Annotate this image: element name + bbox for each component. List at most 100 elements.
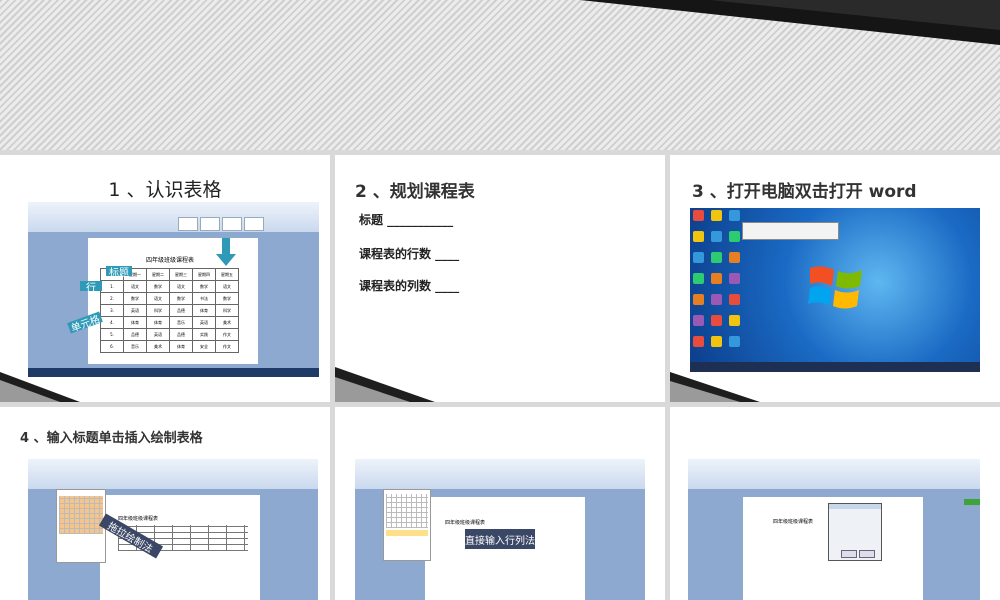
table-row: 5. 品德 英语 品德 实践 作文 xyxy=(100,328,239,341)
table-cell: 6. xyxy=(100,340,124,353)
slide-1-recognize-table[interactable]: 1 、认识表格 四年级班级课程表 星期一 星期二 星期三 星期四 星期五 1. 语文 数学 语文… xyxy=(0,155,330,402)
table-cell: 语文 xyxy=(123,280,147,293)
table-cell: 1. xyxy=(100,280,124,293)
slide-1-title: 1 、认识表格 xyxy=(108,179,222,201)
document-title: 四年级班级课程表 xyxy=(146,257,195,264)
table-cell: 英语 xyxy=(123,304,147,317)
table-cell: 星期四 xyxy=(192,268,216,281)
table-cell: 书法 xyxy=(192,292,216,305)
desktop-shortcut-icon[interactable] xyxy=(729,273,740,284)
table-cell: 作文 xyxy=(215,328,239,341)
document-title: 四年级班级课程表 xyxy=(445,520,486,526)
rows-columns-callout: 直接输入行列法 xyxy=(465,529,535,549)
desktop-shortcut-icon[interactable] xyxy=(711,210,722,221)
slide-corner-decoration xyxy=(0,372,80,402)
plan-line-rows: 课程表的行数 ____ xyxy=(359,247,460,261)
document-title: 四年级班级课程表 xyxy=(773,519,814,525)
desktop-shortcut-icon[interactable] xyxy=(711,294,722,305)
desktop-shortcut-icon[interactable] xyxy=(729,231,740,242)
table-cell: 品德 xyxy=(169,328,193,341)
desktop-shortcut-icon[interactable] xyxy=(729,315,740,326)
table-cell: 数学 xyxy=(192,280,216,293)
table-cell: 音乐 xyxy=(123,340,147,353)
table-cell: 品德 xyxy=(123,328,147,341)
table-cell: 体育 xyxy=(192,304,216,317)
insert-table-dropdown[interactable] xyxy=(383,489,431,561)
slide-3-open-word[interactable]: 3 、打开电脑双击打开 word xyxy=(670,155,1000,402)
desktop-shortcut-icon[interactable] xyxy=(711,336,722,347)
word-table-screenshot: 四年级班级课程表 星期一 星期二 星期三 星期四 星期五 1. 语文 数学 语文 数学 语文 2. 数学… xyxy=(28,202,319,377)
table-cell: 数学 xyxy=(123,292,147,305)
desktop-shortcut-icon[interactable] xyxy=(693,273,704,284)
table-cell: 星期五 xyxy=(215,268,239,281)
insert-table-dropdown[interactable] xyxy=(56,489,106,563)
slide-3-title: 3 、打开电脑双击打开 word xyxy=(692,182,917,202)
table-row: 3. 英语 科学 品德 体育 科学 xyxy=(100,304,239,317)
desktop-shortcut-icon[interactable] xyxy=(711,231,722,242)
desktop-shortcut-icon[interactable] xyxy=(729,294,740,305)
table-cell: 语文 xyxy=(146,292,170,305)
table-cell: 语文 xyxy=(215,280,239,293)
table-row: 1. 语文 数学 语文 数学 语文 xyxy=(100,280,239,293)
slide-2-title: 2 、规划课程表 xyxy=(355,182,475,202)
slide-5-rows-columns[interactable]: 四年级班级课程表 直接输入行列法 xyxy=(335,407,665,600)
table-size-grid[interactable] xyxy=(59,496,103,534)
slide-6-insert-dialog[interactable]: 四年级班级课程表 xyxy=(670,407,1000,600)
timetable: 星期一 星期二 星期三 星期四 星期五 1. 语文 数学 语文 数学 语文 2. 数学 语文 数学 书法 数学 3… xyxy=(100,268,239,353)
desktop-shortcut-icon[interactable] xyxy=(693,315,704,326)
taskbar xyxy=(690,362,980,372)
slide-2-plan-table[interactable]: 2 、规划课程表 标题 ___________ 课程表的行数 ____ 课程表的… xyxy=(335,155,665,402)
table-cell: 星期三 xyxy=(169,268,193,281)
desktop-shortcut-icon[interactable] xyxy=(693,294,704,305)
table-cell: 数学 xyxy=(215,292,239,305)
plan-line-columns: 课程表的列数 ____ xyxy=(359,279,460,293)
windows7-desktop-screenshot xyxy=(690,208,980,372)
table-cell: 英语 xyxy=(146,328,170,341)
windows-logo-icon xyxy=(808,266,862,309)
table-cell: 体育 xyxy=(146,316,170,329)
insert-table-menu-item[interactable] xyxy=(386,530,428,536)
table-cell: 美术 xyxy=(146,340,170,353)
desktop-shortcut-icon[interactable] xyxy=(729,336,740,347)
slide-corner-decoration xyxy=(335,367,435,402)
table-cell: 语文 xyxy=(169,280,193,293)
desktop-shortcut-icon[interactable] xyxy=(693,231,704,242)
table-cell: 音乐 xyxy=(169,316,193,329)
table-cell: 作文 xyxy=(215,340,239,353)
table-cell: 英语 xyxy=(192,316,216,329)
table-cell: 星期二 xyxy=(146,268,170,281)
table-cell: 品德 xyxy=(169,304,193,317)
table-cell: 数学 xyxy=(169,292,193,305)
desktop-shortcut-icon[interactable] xyxy=(711,315,722,326)
desktop-shortcut-icon[interactable] xyxy=(693,210,704,221)
tooltip-popup xyxy=(742,222,839,240)
dialog-ok-button[interactable] xyxy=(841,550,857,558)
dialog-cancel-button[interactable] xyxy=(859,550,875,558)
table-cell: 安全 xyxy=(192,340,216,353)
plan-line-title: 标题 ___________ xyxy=(359,213,454,227)
desktop-shortcut-icon[interactable] xyxy=(711,273,722,284)
table-cell: 数学 xyxy=(146,280,170,293)
desktop-shortcut-icon[interactable] xyxy=(729,210,740,221)
green-tab xyxy=(964,499,980,505)
table-cell: 美术 xyxy=(215,316,239,329)
slide-corner-decoration xyxy=(670,372,760,402)
word-insert-table-dialog-screenshot: 四年级班级课程表 xyxy=(688,459,980,600)
table-cell: 体育 xyxy=(123,316,147,329)
table-cell: 2. xyxy=(100,292,124,305)
title-label-callout: 标题 xyxy=(106,266,132,279)
table-row: 2. 数学 语文 数学 书法 数学 xyxy=(100,292,239,305)
banner-dark-corner xyxy=(580,0,1000,45)
slide-4-insert-table[interactable]: 4 、输入标题单击插入绘制表格 四年级班级课程表 拖拉绘制法 xyxy=(0,407,330,600)
desktop-shortcut-icon[interactable] xyxy=(729,252,740,263)
desktop-shortcut-icon[interactable] xyxy=(711,252,722,263)
desktop-shortcut-icon[interactable] xyxy=(693,336,704,347)
desktop-shortcut-icon[interactable] xyxy=(693,252,704,263)
word-insert-table-menu-screenshot: 四年级班级课程表 直接输入行列法 xyxy=(355,459,645,600)
document-page: 四年级班级课程表 xyxy=(100,495,260,600)
style-gallery xyxy=(178,216,288,232)
row-label-callout: 行 xyxy=(80,281,102,294)
table-cell: 3. xyxy=(100,304,124,317)
table-row: 4. 体育 体育 音乐 英语 美术 xyxy=(100,316,239,329)
insert-table-dialog[interactable] xyxy=(828,503,882,561)
